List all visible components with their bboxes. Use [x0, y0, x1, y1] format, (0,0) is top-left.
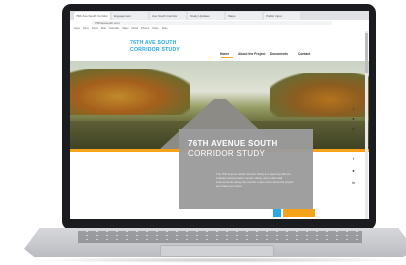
site-header [70, 31, 369, 61]
hero-title: 76TH AVENUE SOUTH [188, 139, 278, 148]
scrollbar-thumb[interactable] [365, 33, 368, 73]
browser-tab[interactable]: Engagement [112, 12, 148, 20]
twitter-icon[interactable]: ● [351, 116, 356, 121]
laptop-shadow [30, 257, 406, 263]
nav-active-indicator [221, 57, 233, 58]
linkedin-icon[interactable]: in [351, 126, 356, 131]
laptop-keyboard [78, 231, 362, 243]
hero-body-text: The 76th Avenue South Corridor Study is … [216, 172, 294, 188]
url-field[interactable]: 76thavesouth.com [92, 21, 332, 25]
facebook-icon[interactable]: f [351, 156, 356, 161]
scroll-up-button[interactable] [273, 209, 281, 217]
browser-tab[interactable]: Public Input [264, 12, 300, 20]
hero-trees-left [70, 69, 190, 115]
browser-tab[interactable]: Maps [226, 12, 262, 20]
facebook-icon[interactable]: f [351, 106, 356, 111]
nav-contact[interactable]: Contact [298, 52, 310, 56]
nav-about[interactable]: About the Project [238, 52, 265, 56]
cta-button[interactable] [283, 209, 315, 217]
site-logo-line1[interactable]: 76TH AVE SOUTH [130, 40, 177, 46]
twitter-icon[interactable]: ● [351, 168, 356, 173]
nav-home[interactable]: Home [220, 52, 229, 56]
browser-tab[interactable]: 76th Ave South Corridor [74, 12, 110, 20]
laptop-screen: 76th Ave South Corridor Engagement Ave S… [70, 11, 369, 219]
browser-tab[interactable]: Ave South Corridor [150, 12, 186, 20]
browser-tab-strip: 76th Ave South Corridor Engagement Ave S… [70, 11, 369, 20]
linkedin-icon[interactable]: in [351, 180, 356, 185]
browser-tab[interactable]: Study Updates [188, 12, 224, 20]
nav-documents[interactable]: Documents [270, 52, 288, 56]
laptop-trackpad [160, 245, 274, 257]
hero-subtitle: CORRIDOR STUDY [188, 149, 266, 158]
site-logo-line2[interactable]: CORRIDOR STUDY [130, 47, 180, 53]
